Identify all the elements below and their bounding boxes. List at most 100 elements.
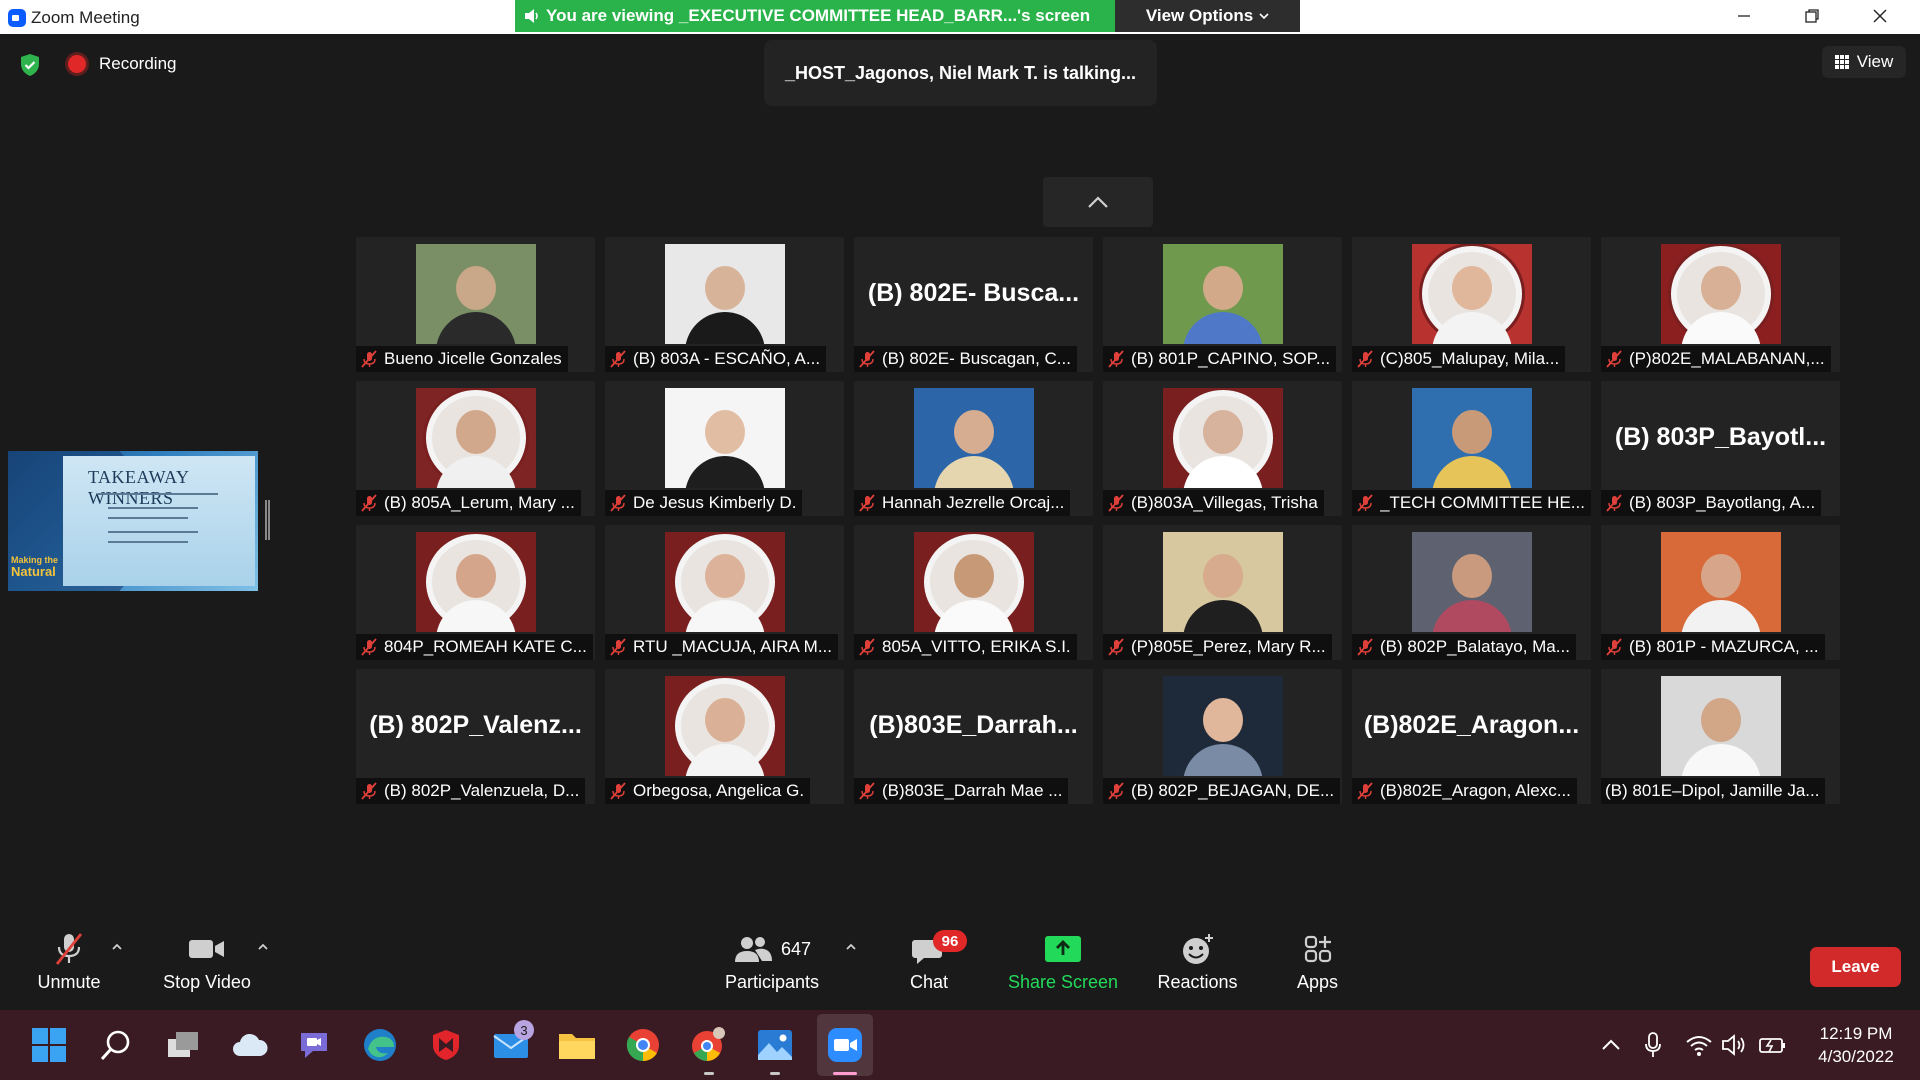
encryption-shield-icon[interactable] — [17, 52, 43, 78]
microphone-tray-button[interactable] — [1632, 1024, 1674, 1066]
recording-label[interactable]: Recording — [99, 54, 177, 74]
mic-muted-icon — [1606, 494, 1622, 512]
teams-chat-button[interactable] — [293, 1024, 335, 1066]
participant-name-bar: (B)802E_Aragon, Alexc... — [1352, 778, 1577, 804]
participant-tile[interactable]: (B) 805A_Lerum, Mary ... — [356, 381, 595, 516]
photos-button[interactable] — [754, 1024, 796, 1066]
chrome-button[interactable] — [622, 1024, 664, 1066]
participant-name: (B) 802E- Buscagan, C... — [882, 349, 1071, 368]
chevron-down-icon — [1259, 13, 1269, 20]
reactions-label: Reactions — [1157, 972, 1238, 992]
page-up-button[interactable] — [1043, 177, 1153, 227]
reactions-smiley-icon — [1182, 934, 1213, 964]
volume-tray-button[interactable] — [1714, 1024, 1756, 1066]
search-taskbar-button[interactable] — [95, 1024, 137, 1066]
participant-tile[interactable]: (C)805_Malupay, Mila... — [1352, 237, 1591, 372]
participant-tile[interactable]: (B) 801P - MAZURCA, ... — [1601, 525, 1840, 660]
participant-tile[interactable]: (B)802E_Aragon... (B)802E_Aragon, Alexc..… — [1352, 669, 1591, 804]
task-view-button[interactable] — [162, 1024, 204, 1066]
participant-tile[interactable]: (B) 801E–Dipol, Jamille Ja... — [1601, 669, 1840, 804]
participant-tile[interactable]: (P)802E_MALABANAN,... — [1601, 237, 1840, 372]
video-options-caret-icon[interactable] — [256, 940, 270, 954]
participant-tile[interactable]: Hannah Jezrelle Orcaj... — [854, 381, 1093, 516]
view-options-button[interactable]: View Options — [1115, 0, 1300, 32]
participant-avatar — [1163, 244, 1283, 344]
participant-tile[interactable]: (B) 802P_Balatayo, Ma... — [1352, 525, 1591, 660]
file-explorer-button[interactable] — [556, 1024, 598, 1066]
reactions-button[interactable]: Reactions — [1150, 926, 1245, 1010]
battery-tray-button[interactable] — [1752, 1024, 1794, 1066]
leave-button[interactable]: Leave — [1810, 947, 1901, 987]
participant-tile[interactable]: (B) 802E- Busca... (B) 802E- Buscagan, C.… — [854, 237, 1093, 372]
mic-muted-icon — [1108, 494, 1124, 512]
participant-tile[interactable]: 804P_ROMEAH KATE C... — [356, 525, 595, 660]
participant-name: RTU _MACUJA, AIRA M... — [633, 637, 833, 656]
viewing-screen-banner[interactable]: You are viewing _EXECUTIVE COMMITTEE HEA… — [515, 0, 1115, 32]
edge-browser-button[interactable] — [359, 1024, 401, 1066]
mic-muted-icon — [610, 782, 626, 800]
participant-tile[interactable]: De Jesus Kimberly D. — [605, 381, 844, 516]
participant-tile[interactable]: (B) 803A - ESCAÑO, A... — [605, 237, 844, 372]
avatar-head — [1203, 410, 1243, 454]
zoom-taskbar-button[interactable] — [824, 1024, 866, 1066]
participant-avatar — [416, 244, 536, 344]
avatar-head — [456, 410, 496, 454]
audio-options-caret-icon[interactable] — [110, 940, 124, 954]
avatar-head — [705, 698, 745, 742]
zoom-icon — [828, 1028, 862, 1062]
participant-tile[interactable]: _TECH COMMITTEE HE... — [1352, 381, 1591, 516]
avatar-head — [705, 410, 745, 454]
participant-tile[interactable]: (B)803E_Darrah... (B)803E_Darrah Mae ... — [854, 669, 1093, 804]
participant-tile[interactable]: (P)805E_Perez, Mary R... — [1103, 525, 1342, 660]
participant-name-bar: RTU _MACUJA, AIRA M... — [605, 634, 839, 660]
participants-caret-icon[interactable] — [844, 940, 858, 954]
unmute-button[interactable]: Unmute — [30, 926, 108, 1010]
participant-tile[interactable]: Orbegosa, Angelica G. — [605, 669, 844, 804]
minimize-button[interactable] — [1710, 0, 1778, 32]
mic-muted-icon — [859, 350, 875, 368]
participant-tile[interactable]: RTU _MACUJA, AIRA M... — [605, 525, 844, 660]
mic-muted-icon — [361, 782, 377, 800]
participant-name: (B) 801E–Dipol, Jamille Ja... — [1605, 781, 1820, 800]
folder-icon — [559, 1034, 595, 1059]
participant-tile[interactable]: Bueno Jicelle Gonzales — [356, 237, 595, 372]
chrome-profile-button[interactable] — [688, 1024, 730, 1066]
participant-name-bar: (B) 801E–Dipol, Jamille Ja... — [1601, 778, 1826, 804]
participant-tile[interactable]: (B) 802P_BEJAGAN, DE... — [1103, 669, 1342, 804]
participant-avatar — [914, 388, 1034, 488]
show-hidden-icons-button[interactable] — [1590, 1024, 1632, 1066]
avatar-body — [1183, 312, 1263, 344]
participant-tile[interactable]: 805A_VITTO, ERIKA S.I. — [854, 525, 1093, 660]
taskbar-clock[interactable]: 12:19 PM 4/30/2022 — [1800, 1022, 1912, 1068]
participant-avatar — [1661, 676, 1781, 776]
participant-tile[interactable]: (B)803A_Villegas, Trisha — [1103, 381, 1342, 516]
participant-name-bar: (B)803A_Villegas, Trisha — [1103, 490, 1324, 516]
participants-label: Participants — [724, 972, 820, 992]
avatar-head — [1701, 554, 1741, 598]
mcafee-button[interactable] — [425, 1024, 467, 1066]
avatar-head — [1701, 266, 1741, 310]
stop-video-button[interactable]: Stop Video — [158, 926, 256, 1010]
apps-button[interactable]: Apps — [1280, 926, 1355, 1010]
mic-muted-icon — [859, 638, 875, 656]
participant-tile[interactable]: (B) 803P_Bayotl... (B) 803P_Bayotlang, A.… — [1601, 381, 1840, 516]
mic-muted-icon — [361, 350, 377, 368]
splitter-handle[interactable] — [265, 500, 270, 540]
restore-button[interactable] — [1778, 0, 1846, 32]
slide-brand-line2: Natural — [11, 564, 56, 579]
start-button[interactable] — [28, 1024, 70, 1066]
chat-button[interactable]: 96 Chat — [895, 926, 967, 1010]
view-layout-button[interactable]: View — [1822, 46, 1906, 78]
participant-tile[interactable]: (B) 801P_CAPINO, SOP... — [1103, 237, 1342, 372]
close-button[interactable] — [1846, 0, 1914, 32]
shared-screen-thumbnail[interactable]: TAKEAWAY WINNERS Making the Natural — [8, 451, 258, 591]
participant-name: (B)803A_Villegas, Trisha — [1131, 493, 1318, 512]
share-screen-button[interactable]: Share Screen — [1003, 926, 1123, 1010]
participants-button[interactable]: 647 Participants — [718, 926, 826, 1010]
weather-widget-button[interactable] — [229, 1024, 271, 1066]
participant-name-bar: (B) 805A_Lerum, Mary ... — [356, 490, 581, 516]
mail-button[interactable]: 3 — [490, 1020, 534, 1066]
mic-muted-icon — [361, 638, 377, 656]
participant-tile[interactable]: (B) 802P_Valenz... (B) 802P_Valenzuela, D… — [356, 669, 595, 804]
avatar-body — [436, 312, 516, 344]
